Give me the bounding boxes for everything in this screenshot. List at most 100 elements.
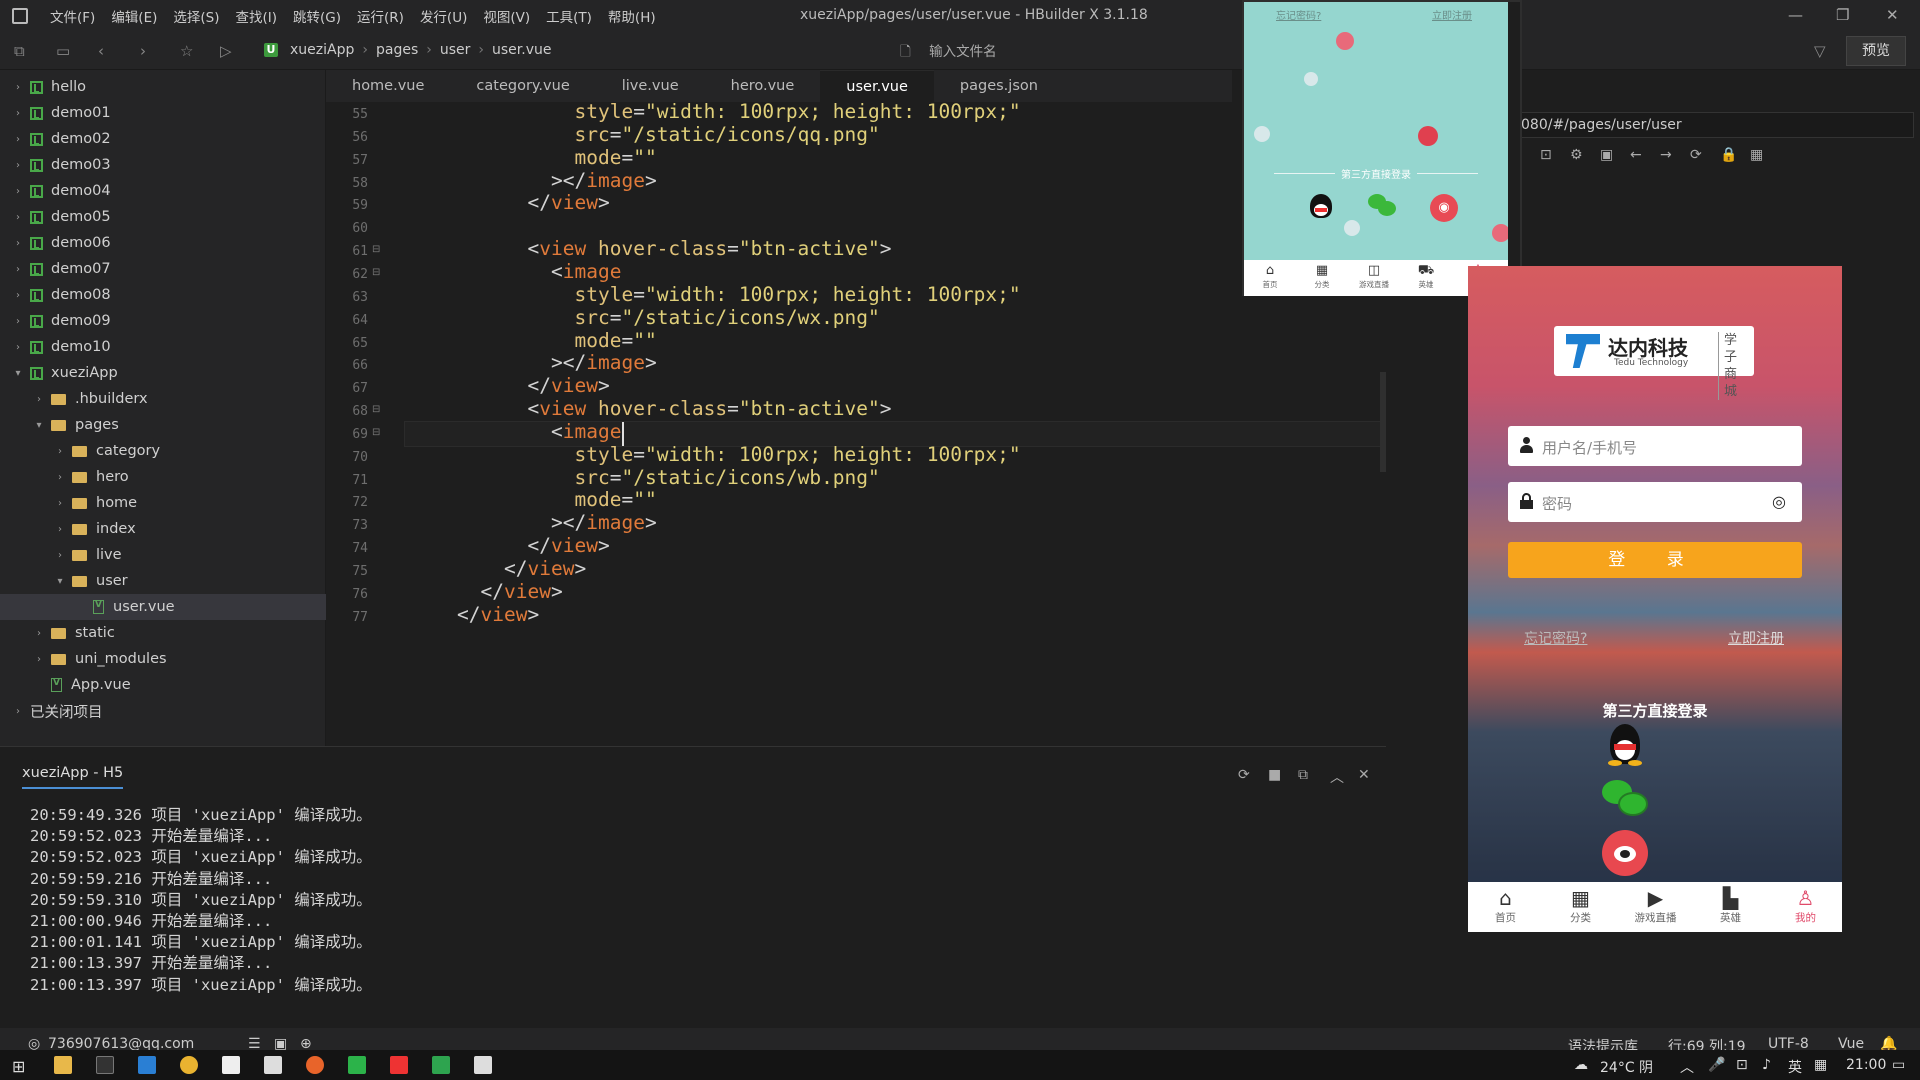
forgot-password-link[interactable]: 忘记密码? <box>1276 7 1321 22</box>
tree-item[interactable]: › category <box>0 438 326 464</box>
nav-back-icon[interactable]: ← <box>1630 147 1642 163</box>
settings-icon[interactable]: ⚙ <box>1570 147 1583 163</box>
vscode-icon[interactable] <box>138 1056 156 1074</box>
register-link[interactable]: 立即注册 <box>1728 628 1784 648</box>
run-icon[interactable]: ▷ <box>220 42 232 60</box>
lock-icon[interactable]: 🔒 <box>1720 147 1737 163</box>
file-explorer-icon[interactable] <box>54 1056 72 1074</box>
tree-item[interactable]: › demo05 <box>0 204 326 230</box>
tree-item[interactable]: › static <box>0 620 326 646</box>
tree-item[interactable]: › demo02 <box>0 126 326 152</box>
editor-tab[interactable]: hero.vue <box>705 70 821 102</box>
tree-item[interactable]: › demo01 <box>0 100 326 126</box>
menu-item[interactable]: 发行(U) <box>412 6 475 26</box>
restart-icon[interactable]: ⟳ <box>1238 767 1250 783</box>
fold-toggle-icon[interactable]: ⊟ <box>372 244 380 255</box>
tree-item[interactable]: App.vue <box>0 672 326 698</box>
menu-item[interactable]: 帮助(H) <box>600 6 664 26</box>
username-field[interactable]: 用户名/手机号 <box>1508 426 1802 466</box>
nav-forward-icon[interactable]: → <box>1660 147 1672 163</box>
phone-tab[interactable]: ⌂ 首页 <box>1468 886 1543 925</box>
wps-icon[interactable] <box>474 1056 492 1074</box>
phone-tab[interactable]: ▦ 分类 <box>1543 886 1618 925</box>
tree-item[interactable]: › .hbuilderx <box>0 386 326 412</box>
editor-tab[interactable]: category.vue <box>450 70 595 102</box>
windows-start-icon[interactable]: ⊞ <box>12 1057 25 1076</box>
chevron-up-icon[interactable]: ︿ <box>1330 767 1344 787</box>
breadcrumb-item[interactable]: pages <box>376 42 418 58</box>
tree-item[interactable]: › 已关闭项目 <box>0 698 326 724</box>
tree-item[interactable]: › demo08 <box>0 282 326 308</box>
microphone-icon[interactable]: 🎤 <box>1708 1057 1725 1073</box>
console-tab[interactable]: xueziApp - H5 <box>22 765 124 789</box>
weibo-icon[interactable]: ◉ <box>1430 194 1458 222</box>
screenshot-icon[interactable]: ⊡ <box>1540 147 1552 163</box>
hbuilderx-taskbar-icon[interactable] <box>432 1056 450 1074</box>
fold-toggle-icon[interactable]: ⊟ <box>372 267 380 278</box>
eye-off-icon[interactable]: ◎ <box>1772 492 1786 511</box>
menu-item[interactable]: 视图(V) <box>475 6 538 26</box>
menu-item[interactable]: 查找(I) <box>228 6 286 26</box>
fold-toggle-icon[interactable]: ⊟ <box>372 404 380 415</box>
qrcode-icon[interactable]: ▦ <box>1750 147 1763 163</box>
close-panel-icon[interactable]: ✕ <box>1358 767 1370 783</box>
tree-item[interactable]: › hello <box>0 74 326 100</box>
tree-item[interactable]: › demo09 <box>0 308 326 334</box>
tree-item[interactable]: user.vue <box>0 594 326 620</box>
tab-home[interactable]: ⌂ 首页 <box>1244 263 1296 290</box>
tree-item[interactable]: ▾ pages <box>0 412 326 438</box>
input-language[interactable]: 英 <box>1788 1057 1802 1077</box>
tree-item[interactable]: › demo04 <box>0 178 326 204</box>
tree-item[interactable]: › index <box>0 516 326 542</box>
register-link[interactable]: 立即注册 <box>1432 7 1472 22</box>
menu-item[interactable]: 工具(T) <box>538 6 600 26</box>
editor-tab[interactable]: pages.json <box>934 70 1064 102</box>
forgot-password-link[interactable]: 忘记密码? <box>1524 628 1587 648</box>
tree-item[interactable]: › demo03 <box>0 152 326 178</box>
tree-item[interactable]: › uni_modules <box>0 646 326 672</box>
breadcrumb-item[interactable]: xueziApp <box>290 42 354 58</box>
volume-icon[interactable]: ♪ <box>1762 1057 1771 1073</box>
tree-item[interactable]: › demo06 <box>0 230 326 256</box>
breadcrumb-item[interactable]: user.vue <box>492 42 551 58</box>
tree-item[interactable]: › live <box>0 542 326 568</box>
stop-icon[interactable]: ■ <box>1268 767 1281 783</box>
wechat-icon[interactable] <box>1368 194 1396 216</box>
editor-tab[interactable]: user.vue <box>820 70 934 102</box>
tray-chevron-icon[interactable]: ︿ <box>1680 1057 1694 1077</box>
clock[interactable]: 21:00 <box>1846 1057 1886 1073</box>
preview-button[interactable]: 预览 <box>1846 36 1906 66</box>
menu-item[interactable]: 文件(F) <box>42 6 103 26</box>
wechat-login-icon[interactable] <box>1602 778 1648 824</box>
input-mode-icon[interactable]: ▦ <box>1814 1057 1827 1073</box>
chrome-icon[interactable] <box>180 1056 198 1074</box>
login-button[interactable]: 登 录 <box>1508 542 1802 578</box>
terminal-app-icon[interactable] <box>96 1056 114 1074</box>
refresh-icon[interactable]: ⟳ <box>1690 147 1702 163</box>
tree-item[interactable]: › home <box>0 490 326 516</box>
url-input[interactable]: 080/#/pages/user/user <box>1506 112 1914 138</box>
tab-live[interactable]: ◫ 游戏直播 <box>1348 263 1400 290</box>
tree-item[interactable]: ▾ xueziApp <box>0 360 326 386</box>
editor-tab[interactable]: home.vue <box>326 70 450 102</box>
save-icon[interactable]: ▭ <box>56 42 70 60</box>
file-search-input[interactable]: 🗋 输入文件名 <box>900 40 1200 62</box>
menu-item[interactable]: 运行(R) <box>349 6 412 26</box>
typora-icon[interactable] <box>222 1056 240 1074</box>
bookmark-app-icon[interactable] <box>264 1056 282 1074</box>
menu-item[interactable]: 跳转(G) <box>285 6 349 26</box>
clear-console-icon[interactable]: ⧉ <box>1298 767 1308 783</box>
devtools-icon[interactable]: ▣ <box>1600 147 1613 163</box>
editor-tab[interactable]: live.vue <box>596 70 705 102</box>
menu-item[interactable]: 编辑(E) <box>103 6 165 26</box>
recorder-icon[interactable] <box>390 1056 408 1074</box>
qq-login-icon[interactable] <box>1602 722 1648 768</box>
phone-tab[interactable]: ▙ 英雄 <box>1693 886 1768 925</box>
forward-icon[interactable]: › <box>140 42 146 60</box>
phone-tab[interactable]: ♙ 我的 <box>1768 886 1842 925</box>
tree-item[interactable]: › demo07 <box>0 256 326 282</box>
tree-item[interactable]: ▾ user <box>0 568 326 594</box>
weibo-login-icon[interactable] <box>1602 830 1648 876</box>
tab-category[interactable]: ▦ 分类 <box>1296 263 1348 290</box>
breadcrumb-item[interactable]: user <box>440 42 471 58</box>
